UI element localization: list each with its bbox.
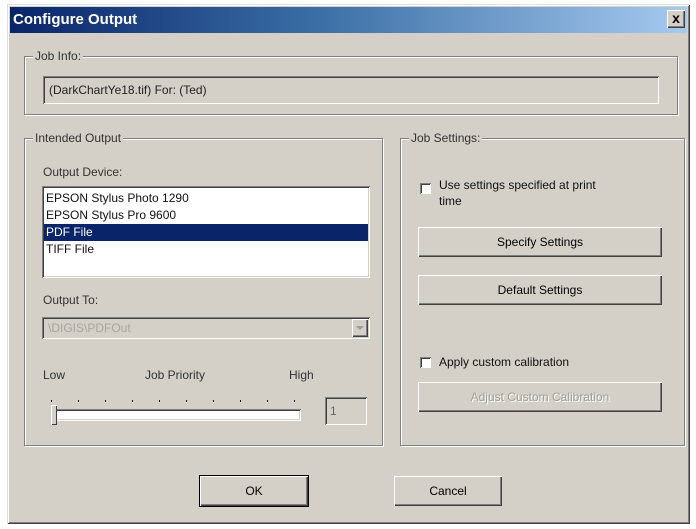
default-settings-button[interactable]: Default Settings [418,275,662,305]
intended-output-group: Intended Output Output Device: EPSON Sty… [24,131,383,446]
calibration-checkbox[interactable] [420,357,431,368]
intended-output-legend: Intended Output [33,131,124,145]
job-settings-legend: Job Settings: [409,131,483,145]
dropdown-button[interactable] [352,319,368,337]
slider-tick [132,400,133,402]
job-info-group: Job Info: (DarkChartYe18.tif) For: (Ted) [24,49,678,115]
slider-tick [105,400,106,402]
priority-value: 1 [330,404,337,418]
calibration-label: Apply custom calibration [439,355,570,369]
list-item-selected[interactable]: PDF File [44,224,368,241]
close-icon: x [672,10,680,26]
slider-tick [240,400,241,402]
close-button[interactable]: x [667,10,685,28]
slider-tick [159,400,160,402]
use-settings-label: Use settings specified at print time [439,178,596,208]
configure-output-dialog: Configure Output x Job Info: (DarkChartY… [7,4,690,524]
list-item[interactable]: EPSON Stylus Pro 9600 [44,207,368,224]
output-to-value: \DIGIS\PDFOut [48,321,131,335]
output-device-list[interactable]: EPSON Stylus Photo 1290 EPSON Stylus Pro… [42,186,370,278]
title-bar[interactable]: Configure Output x [10,7,687,33]
job-info-value: (DarkChartYe18.tif) For: (Ted) [49,83,207,97]
priority-low-label: Low [43,368,66,382]
priority-label: Job Priority [145,368,206,382]
window-title: Configure Output [13,11,138,28]
list-item[interactable]: TIFF File [44,241,368,258]
slider-tick [186,400,187,402]
slider-tick [51,400,52,402]
slider-tick [78,400,79,402]
output-to-select[interactable]: \DIGIS\PDFOut [42,317,370,339]
priority-slider-thumb[interactable] [51,405,57,425]
job-info-legend: Job Info: [33,49,84,63]
ok-button[interactable]: OK [199,475,309,507]
cancel-button[interactable]: Cancel [394,476,502,506]
specify-settings-button[interactable]: Specify Settings [418,227,662,257]
output-to-label: Output To: [43,293,99,307]
slider-ticks [51,400,311,403]
priority-high-label: High [289,368,314,382]
list-item[interactable]: EPSON Stylus Photo 1290 [44,190,368,207]
slider-tick [267,400,268,402]
slider-tick [294,400,295,402]
chevron-down-icon [356,326,364,330]
output-device-label: Output Device: [43,165,123,179]
adjust-calibration-button[interactable]: Adjust Custom Calibration [418,382,662,412]
use-settings-checkbox[interactable] [420,183,431,194]
priority-value-field: 1 [325,397,367,425]
job-settings-group: Job Settings: Use settings specified at … [400,131,685,446]
job-info-field: (DarkChartYe18.tif) For: (Ted) [43,76,659,104]
priority-slider-track[interactable] [51,409,301,421]
slider-tick [213,400,214,402]
